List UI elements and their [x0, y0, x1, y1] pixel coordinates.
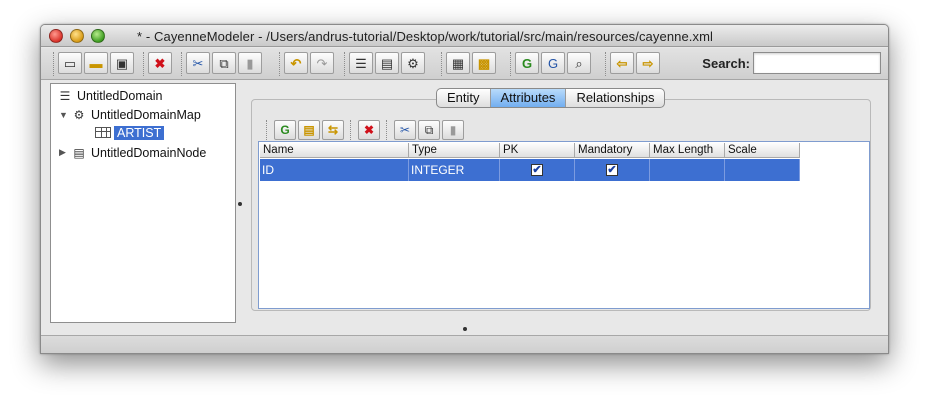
expanded-arrow-icon[interactable]: ▼ — [59, 110, 71, 120]
window-title: * - CayenneModeler - /Users/andrus-tutor… — [137, 29, 714, 44]
tab-relationships[interactable]: Relationships — [566, 89, 664, 107]
tree-item-label: ARTIST — [114, 125, 165, 140]
zoom-window-button[interactable] — [91, 29, 105, 43]
create-datamap-icon[interactable]: ⚙ — [401, 52, 425, 74]
toolbar-group-navigation: ⇦ ⇨ — [605, 52, 660, 76]
create-domain-icon[interactable]: ☰ — [349, 52, 373, 74]
cell-scale[interactable] — [725, 159, 800, 181]
undo-icon[interactable]: ↶ — [284, 52, 308, 74]
create-query-icon[interactable]: G — [515, 52, 539, 74]
close-window-button[interactable] — [49, 29, 63, 43]
create-embeddable-icon[interactable]: ▩ — [472, 52, 496, 74]
toolbar-group-edit: ✂ ⧉ ▮ — [181, 52, 262, 76]
column-header-pk[interactable]: PK — [500, 143, 575, 158]
open-project-icon[interactable]: ▬ — [84, 52, 108, 74]
toolbar-separator — [386, 120, 392, 142]
save-icon[interactable]: ▣ — [110, 52, 134, 74]
column-header-max-length[interactable]: Max Length — [650, 143, 725, 158]
column-header-type[interactable]: Type — [409, 143, 500, 158]
paste-icon[interactable]: ▮ — [238, 52, 262, 74]
sync-attributes-icon[interactable]: ▤ — [298, 120, 320, 140]
tree-item-node[interactable]: ▶ ▤ UntitledDomainNode — [59, 144, 206, 161]
tab-entity[interactable]: Entity — [437, 89, 491, 107]
toolbar-group-query: G G ⌕ — [510, 52, 591, 76]
toolbar-group-create: ☰ ▤ ⚙ — [344, 52, 425, 76]
app-window: * - CayenneModeler - /Users/andrus-tutor… — [40, 24, 889, 354]
column-header-name[interactable]: Name — [260, 143, 409, 158]
table-row[interactable]: ID INTEGER ✔ ✔ — [260, 159, 800, 181]
cell-name[interactable]: ID — [260, 159, 409, 181]
create-entity-icon[interactable]: ▦ — [446, 52, 470, 74]
project-tree: ☰ UntitledDomain ▼ ⚙ UntitledDomainMap A… — [50, 83, 236, 323]
pk-checkbox[interactable]: ✔ — [531, 164, 543, 176]
toolbar-separator — [350, 120, 356, 142]
toolbar-group-file: ▭ ▬ ▣ — [53, 52, 134, 76]
tree-item-label: UntitledDomain — [77, 88, 163, 103]
copy-icon[interactable]: ⧉ — [418, 120, 440, 140]
attributes-table: Name Type PK Mandatory Max Length Scale … — [258, 141, 870, 309]
entity-table-icon — [95, 127, 111, 138]
tree-item-entity[interactable]: ARTIST — [95, 124, 165, 141]
cell-mandatory[interactable]: ✔ — [575, 159, 650, 181]
toolbar-group-entity: ▦ ▩ — [441, 52, 496, 76]
search-input[interactable] — [753, 52, 881, 74]
override-attribute-icon[interactable]: ⇆ — [322, 120, 344, 140]
tab-attributes[interactable]: Attributes — [490, 89, 567, 107]
attributes-toolbar: G ▤ ⇆ ✖ ✂ ⧉ ▮ — [262, 120, 464, 142]
toolbar-group-remove: ✖ — [143, 52, 172, 76]
cell-pk[interactable]: ✔ — [500, 159, 575, 181]
cut-icon[interactable]: ✂ — [186, 52, 210, 74]
horizontal-splitter-handle[interactable] — [463, 327, 467, 331]
cell-max-length[interactable] — [650, 159, 725, 181]
copy-icon[interactable]: ⧉ — [212, 52, 236, 74]
minimize-window-button[interactable] — [70, 29, 84, 43]
editor-tabs: Entity Attributes Relationships — [436, 88, 666, 108]
toolbar-separator — [266, 120, 272, 142]
create-attribute-icon[interactable]: G — [274, 120, 296, 140]
collapsed-arrow-icon[interactable]: ▶ — [59, 147, 71, 158]
domain-icon: ☰ — [59, 88, 71, 103]
create-node-icon[interactable]: ▤ — [375, 52, 399, 74]
tree-item-label: UntitledDomainMap — [91, 107, 201, 122]
find-icon[interactable]: ⌕ — [567, 52, 591, 74]
cell-type[interactable]: INTEGER — [409, 159, 500, 181]
tree-item-domain[interactable]: ☰ UntitledDomain — [57, 87, 163, 104]
column-header-mandatory[interactable]: Mandatory — [575, 143, 650, 158]
datanode-icon: ▤ — [73, 145, 85, 160]
toolbar-group-history: ↶ ↷ — [279, 52, 334, 76]
paste-icon[interactable]: ▮ — [442, 120, 464, 140]
tree-item-datamap[interactable]: ▼ ⚙ UntitledDomainMap — [59, 106, 201, 123]
table-header: Name Type PK Mandatory Max Length Scale — [260, 143, 800, 158]
title-bar: * - CayenneModeler - /Users/andrus-tutor… — [41, 25, 888, 47]
redo-icon[interactable]: ↷ — [310, 52, 334, 74]
vertical-splitter-handle[interactable] — [238, 202, 242, 206]
cut-icon[interactable]: ✂ — [394, 120, 416, 140]
new-project-icon[interactable]: ▭ — [58, 52, 82, 74]
tree-item-label: UntitledDomainNode — [91, 145, 207, 160]
create-procedure-icon[interactable]: G — [541, 52, 565, 74]
search-label: Search: — [702, 56, 750, 71]
remove-icon[interactable]: ✖ — [148, 52, 172, 74]
datamap-icon: ⚙ — [73, 107, 85, 122]
remove-attribute-icon[interactable]: ✖ — [358, 120, 380, 140]
navigate-forward-icon[interactable]: ⇨ — [636, 52, 660, 74]
status-bar — [41, 335, 888, 353]
column-header-scale[interactable]: Scale — [725, 143, 800, 158]
mandatory-checkbox[interactable]: ✔ — [606, 164, 618, 176]
navigate-back-icon[interactable]: ⇦ — [610, 52, 634, 74]
